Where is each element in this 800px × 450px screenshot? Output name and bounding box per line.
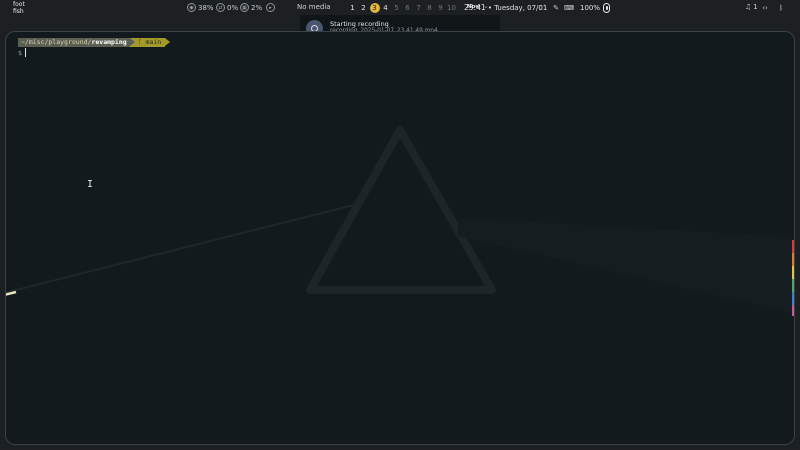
top-bar: foot fish ◉ 38% ⇄ 0% ▦ 2% ▸ No media 123… xyxy=(0,0,800,16)
battery-percent: 100% xyxy=(580,4,601,12)
prompt-input-line[interactable]: $ xyxy=(18,48,26,57)
text-cursor xyxy=(24,48,26,57)
workspace-1[interactable]: 1 xyxy=(347,3,358,13)
media-label[interactable]: No media xyxy=(297,3,331,11)
prompt-current-dir: revamping xyxy=(91,38,127,46)
workspace-7[interactable]: 7 xyxy=(413,3,424,13)
prompt-git-branch: main xyxy=(141,38,162,46)
memory-value: 2% xyxy=(251,3,263,12)
battery-icon xyxy=(603,3,611,13)
notification-title: Starting recording xyxy=(330,20,389,28)
battery-indicator[interactable]: 100% xyxy=(580,3,611,13)
play-icon: ▸ xyxy=(266,3,275,12)
workspace-2[interactable]: 2 xyxy=(358,3,369,13)
workspace-9[interactable]: 9 xyxy=(435,3,446,13)
mouse-ibeam-cursor-icon: I xyxy=(87,179,94,190)
network-value: 0% xyxy=(227,3,239,12)
media-play-button[interactable]: ▸ xyxy=(266,3,275,12)
cpu-icon: ◉ xyxy=(187,3,196,12)
active-window-title: foot fish xyxy=(13,1,25,15)
prompt-symbol: $ xyxy=(18,48,22,57)
notifications-button[interactable]: ♫ 1 xyxy=(745,3,758,11)
workspace-8[interactable]: 8 xyxy=(424,3,435,13)
prompt-path-prefix: ~/misc/playground/ xyxy=(21,38,92,46)
keyboard-icon[interactable]: ⌨ xyxy=(564,3,574,13)
network-icon: ⇄ xyxy=(216,3,225,12)
memory-indicator[interactable]: ▦ 2% xyxy=(240,3,262,12)
notification-expand-button[interactable]: ⌄ xyxy=(483,2,489,10)
cpu-indicator[interactable]: ◉ 38% xyxy=(187,3,214,12)
terminal-window[interactable]: ~/misc/playground/revamping ᚴ main $ I xyxy=(5,31,795,445)
prompt-path-segment: ~/misc/playground/revamping xyxy=(18,38,135,47)
bluetooth-icon[interactable]: ᛒ xyxy=(776,3,786,13)
workspace-4[interactable]: 4 xyxy=(380,3,391,13)
workspace-5[interactable]: 5 xyxy=(391,3,402,13)
bell-icon: ♫ xyxy=(745,3,752,11)
shell-prompt: ~/misc/playground/revamping ᚴ main xyxy=(18,38,171,47)
notification-count: 1 xyxy=(753,3,758,11)
workspace-switcher: 1 2 3 4 5 6 7 8 9 10 xyxy=(347,3,457,13)
app-subtitle: fish xyxy=(13,7,24,15)
wallpaper-prism xyxy=(6,126,794,316)
pen-icon[interactable]: ✎ xyxy=(551,3,561,13)
prompt-git-segment: ᚴ main xyxy=(129,38,171,47)
workspace-3[interactable]: 3 xyxy=(369,3,380,13)
network-indicator[interactable]: ⇄ 0% xyxy=(216,3,238,12)
workspace-10[interactable]: 10 xyxy=(446,3,457,13)
code-icon[interactable]: ‹› xyxy=(760,3,770,13)
cpu-value: 38% xyxy=(198,3,214,12)
screenshot-icon[interactable]: ⛶ xyxy=(538,3,548,13)
memory-icon: ▦ xyxy=(240,3,249,12)
workspace-6[interactable]: 6 xyxy=(402,3,413,13)
notification-time: Now xyxy=(467,4,481,10)
